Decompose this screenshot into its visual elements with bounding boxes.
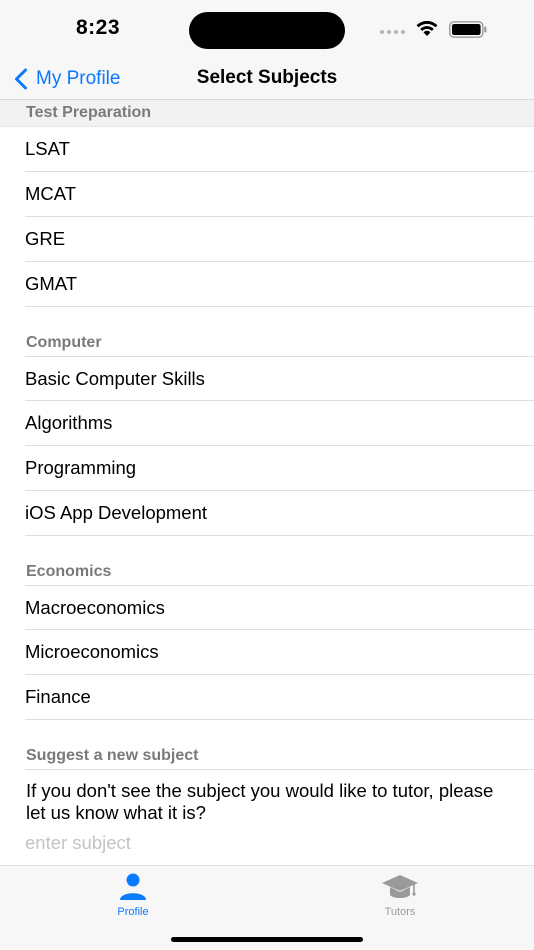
list-item-ios-app-development[interactable]: iOS App Development (25, 491, 534, 536)
section-header-suggest: Suggest a new subject (26, 746, 199, 764)
dynamic-island (189, 12, 345, 49)
list-item-gre[interactable]: GRE (25, 217, 534, 262)
tab-profile[interactable]: Profile (88, 872, 178, 918)
navigation-bar: My Profile Select Subjects (0, 58, 534, 100)
status-time: 8:23 (76, 16, 121, 39)
list-item-lsat[interactable]: LSAT (25, 127, 534, 172)
page-title: Select Subjects (196, 67, 338, 88)
battery-icon (449, 21, 487, 38)
tab-tutors[interactable]: Tutors (355, 872, 445, 918)
graduation-cap-icon (382, 875, 418, 898)
list-item-finance[interactable]: Finance (25, 675, 534, 720)
suggest-subject-input[interactable] (25, 824, 505, 862)
list-item-algorithms[interactable]: Algorithms (25, 401, 534, 446)
status-bar: 8:23 (0, 0, 534, 58)
list-item-mcat[interactable]: MCAT (25, 172, 534, 217)
person-icon (120, 873, 146, 900)
cellular-signal-icon (380, 30, 405, 34)
list-item-macroeconomics[interactable]: Macroeconomics (25, 585, 534, 630)
section-header-test-preparation: Test Preparation (0, 100, 534, 127)
list-item-gmat[interactable]: GMAT (25, 262, 534, 307)
home-indicator[interactable] (171, 937, 363, 942)
subjects-list: Test Preparation LSAT MCAT GRE GMAT Comp… (0, 100, 534, 862)
tab-tutors-label: Tutors (384, 906, 416, 918)
wifi-icon (416, 20, 438, 36)
list-item-microeconomics[interactable]: Microeconomics (25, 630, 534, 675)
tab-profile-label: Profile (117, 906, 149, 918)
suggest-description: If you don't see the subject you would l… (26, 780, 494, 823)
list-item-programming[interactable]: Programming (25, 446, 534, 491)
section-header-computer: Computer (26, 333, 102, 351)
section-header-economics: Economics (26, 562, 112, 580)
list-item-basic-computer-skills[interactable]: Basic Computer Skills (25, 356, 534, 401)
